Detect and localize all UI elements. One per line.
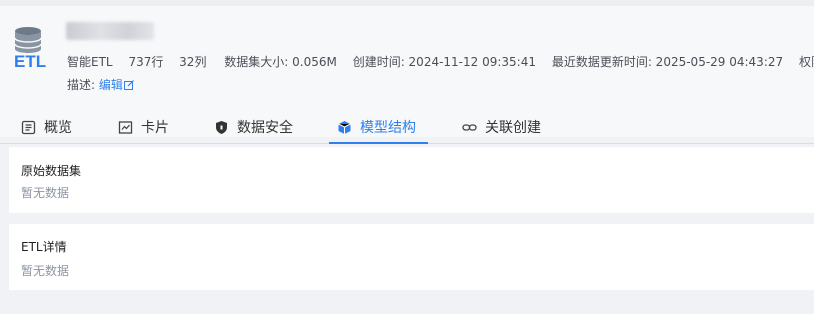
dataset-header: ETL 智能ETL 737行 32列 数据集大小: 0.056M 创建时间: 2… [0,0,814,144]
cube-icon [338,120,351,134]
meta-updated: 最近数据更新时间: 2025-05-29 04:43:27 [551,55,784,69]
permission-link[interactable]: 权限管理 [799,55,814,69]
shield-icon [216,120,227,134]
tab-cards[interactable]: 卡片 [118,111,169,143]
logo-text: ETL [14,52,46,68]
etl-detail-card: ETL详情 暂无数据 [9,224,814,290]
edit-label: 编辑 [98,78,123,92]
meta-created: 创建时间: 2024-11-12 09:35:41 [352,55,536,69]
source-dataset-card: 原始数据集 暂无数据 [9,147,814,213]
tab-label: 数据安全 [237,120,293,136]
chart-card-icon [118,120,133,134]
tab-label: 模型结构 [360,120,416,136]
dataset-meta: 智能ETL 737行 32列 数据集大小: 0.056M 创建时间: 2024-… [67,53,814,70]
description-label: 描述: [67,78,96,92]
source-dataset-empty: 暂无数据 [21,186,70,200]
meta-type: 智能ETL [67,55,113,69]
document-icon [21,120,36,134]
edit-description-button[interactable]: 编辑 [99,78,134,92]
tab-label: 关联创建 [485,120,541,136]
meta-size: 数据集大小: 0.056M [224,55,337,69]
tab-data-security[interactable]: 数据安全 [214,111,293,143]
tab-label: 卡片 [141,120,169,136]
tab-overview[interactable]: 概览 [21,111,72,143]
dataset-title-redacted [66,22,154,40]
etl-detail-empty: 暂无数据 [21,264,70,278]
etl-detail-title: ETL详情 [21,240,67,254]
source-dataset-title: 原始数据集 [21,164,82,178]
tab-related-create[interactable]: 关联创建 [462,111,541,143]
tab-bar: 概览 卡片 数据安全 模型结构 关联创建 [0,111,814,144]
tab-model-structure[interactable]: 模型结构 [329,111,428,144]
meta-cols: 32列 [179,55,207,69]
tab-label: 概览 [44,120,72,136]
edit-icon [123,80,134,90]
description-row: 描述: 编辑 [67,76,134,93]
database-etl-icon: ETL [14,27,46,68]
link-icon [462,123,477,131]
meta-rows: 737行 [128,55,164,69]
